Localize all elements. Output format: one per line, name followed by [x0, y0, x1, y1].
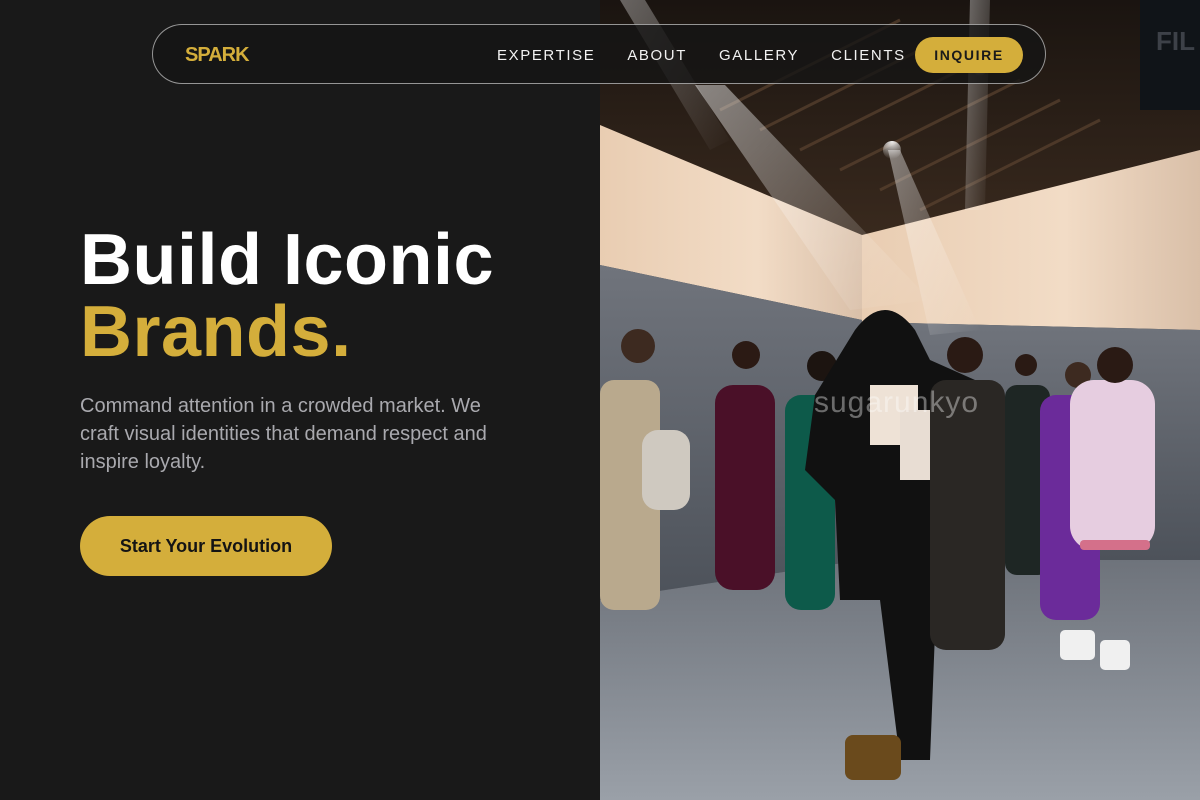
top-nav: SPARK EXPERTISE ABOUT GALLERY CLIENTS IN…: [152, 24, 1046, 84]
hero-photo: FIL sugarunkyo: [600, 0, 1200, 800]
inquire-button[interactable]: INQUIRE: [915, 37, 1023, 73]
wall-sign-text: FIL: [1156, 26, 1195, 56]
hero-title-line1: Build Iconic: [80, 220, 495, 300]
hero-subtitle: Command attention in a crowded market. W…: [80, 395, 487, 473]
fashion-event-photo: FIL: [600, 0, 1200, 800]
landing-page: FIL sugarunkyo SPARK EXPERTISE ABOUT GAL…: [0, 0, 1200, 800]
hero-title-line2: Brands.: [80, 292, 352, 372]
nav-links: EXPERTISE ABOUT GALLERY CLIENTS: [497, 47, 938, 64]
nav-link-about[interactable]: ABOUT: [627, 47, 687, 64]
brand-logo[interactable]: SPARK: [185, 44, 250, 67]
start-evolution-button[interactable]: Start Your Evolution: [80, 516, 332, 576]
nav-link-gallery[interactable]: GALLERY: [719, 47, 799, 64]
nav-link-expertise[interactable]: EXPERTISE: [497, 47, 595, 64]
nav-link-clients[interactable]: CLIENTS: [831, 47, 906, 64]
